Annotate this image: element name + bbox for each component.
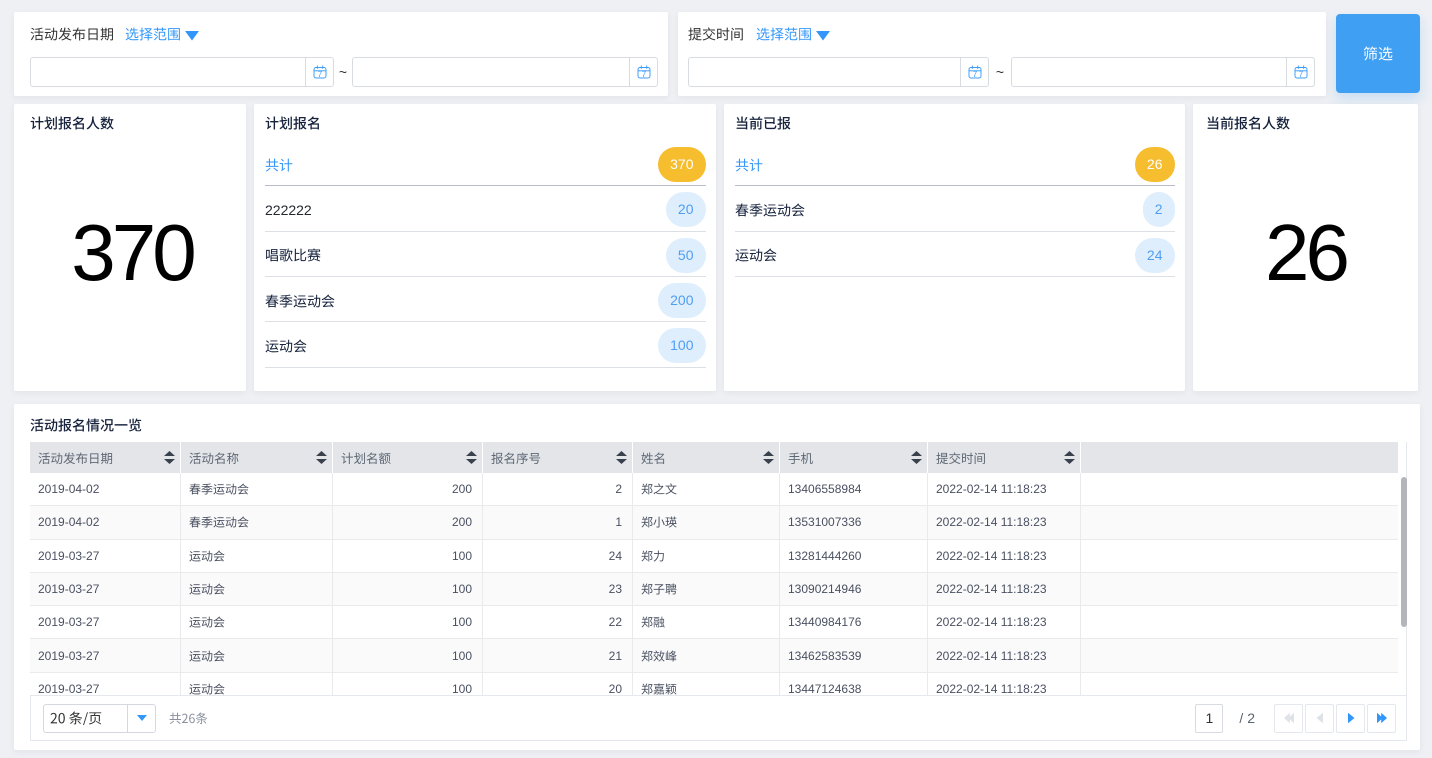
- svg-text:7: 7: [317, 70, 322, 79]
- svg-text:7: 7: [972, 70, 977, 79]
- svg-text:7: 7: [1298, 70, 1303, 79]
- svg-text:7: 7: [641, 70, 646, 79]
